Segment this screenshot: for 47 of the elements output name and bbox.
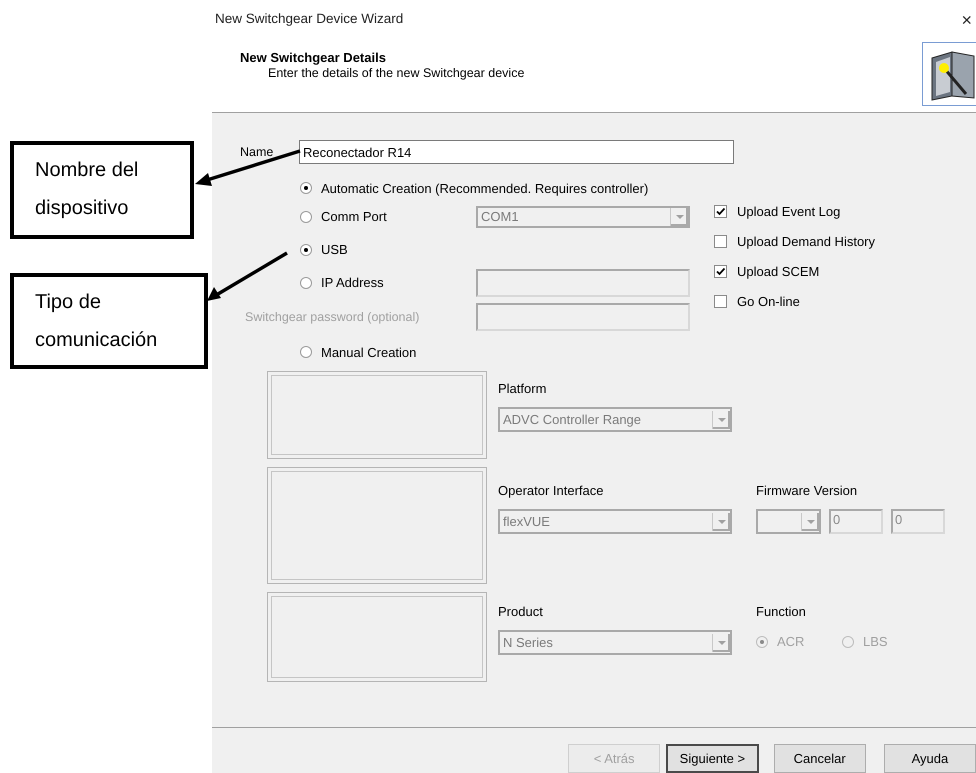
- callout-box: Nombre del dispositivo: [10, 141, 194, 239]
- wizard-button[interactable]: Cancelar: [774, 744, 866, 773]
- window-title: New Switchgear Device Wizard: [215, 10, 404, 26]
- radio-button[interactable]: [300, 346, 312, 358]
- platform-dropdown[interactable]: ADVC Controller Range: [498, 407, 732, 432]
- checkbox[interactable]: [714, 294, 727, 308]
- checkbox-label[interactable]: Upload Event Log: [737, 204, 840, 218]
- radio-label[interactable]: IP Address: [321, 275, 384, 290]
- checkbox[interactable]: [714, 234, 727, 248]
- checkbox[interactable]: [714, 204, 727, 218]
- radio-button[interactable]: [300, 276, 312, 288]
- dropdown-arrow-icon: [712, 410, 730, 428]
- radio-label[interactable]: Automatic Creation (Recommended. Requires controller): [321, 180, 648, 196]
- page-subtitle: Enter the details of the new Switchgear device: [268, 66, 524, 80]
- wizard-button[interactable]: Siguiente >: [666, 744, 759, 773]
- operator-interface-label: Operator Interface: [498, 483, 604, 500]
- checkbox[interactable]: [714, 264, 727, 278]
- checkbox-label[interactable]: Upload SCEM: [737, 264, 820, 278]
- radio-button[interactable]: [300, 244, 312, 256]
- radio-label[interactable]: Comm Port: [321, 209, 387, 224]
- password-label: Switchgear password (optional): [245, 310, 420, 324]
- callout-box: Tipo de comunicación: [10, 273, 208, 369]
- page-heading: New Switchgear Details: [240, 50, 387, 65]
- radio-label[interactable]: USB: [321, 242, 348, 257]
- firmware-dropdown[interactable]: [756, 509, 821, 534]
- dropdown-arrow-icon: [712, 512, 730, 530]
- ip-address-field[interactable]: [476, 268, 690, 296]
- product-dropdown[interactable]: N Series: [498, 630, 732, 655]
- dropdown-arrow-icon: [670, 208, 688, 226]
- radio-button[interactable]: [300, 210, 312, 222]
- password-field[interactable]: [476, 303, 690, 331]
- firmware-version-label: Firmware Version: [756, 483, 858, 500]
- dropdown-arrow-icon: [801, 512, 819, 530]
- function-label: Function: [756, 604, 807, 621]
- operator-interface-dropdown[interactable]: flexVUE: [498, 509, 732, 534]
- dropdown-arrow-icon: [712, 634, 730, 652]
- close-button[interactable]: ×: [959, 10, 974, 30]
- radio-button[interactable]: [300, 182, 312, 194]
- name-label: Name: [240, 145, 274, 159]
- checkbox-label[interactable]: Upload Demand History: [737, 234, 876, 248]
- port-dropdown[interactable]: COM1: [476, 206, 690, 228]
- name-field[interactable]: Reconectador R14: [299, 140, 734, 164]
- wizard-button[interactable]: Ayuda: [884, 744, 976, 773]
- checkbox-label[interactable]: Go On-line: [737, 294, 800, 308]
- platform-label: Platform: [498, 381, 548, 398]
- product-label: Product: [498, 604, 544, 621]
- radio-label[interactable]: Manual Creation: [321, 344, 416, 360]
